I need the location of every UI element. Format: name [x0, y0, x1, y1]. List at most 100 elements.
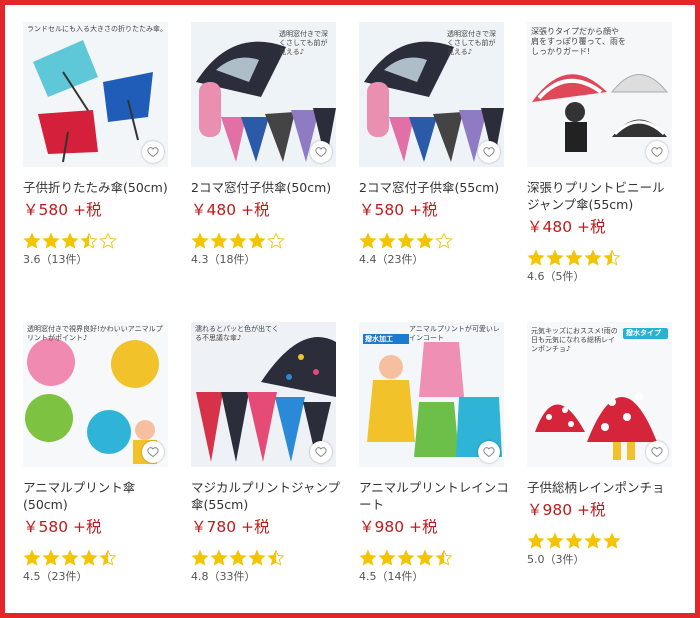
product-price: ￥980 +税 — [359, 518, 438, 536]
product-card[interactable]: 透明窓付きで視界良好!かわいいアニマルプリントがポイント♪ アニマルプリント傘(… — [23, 322, 173, 583]
star-full-icon — [229, 549, 247, 566]
product-price: ￥580 +税 — [359, 201, 438, 219]
product-price: ￥580 +税 — [23, 518, 102, 536]
product-image[interactable]: アニマルプリントが可愛いレインコート 撥水加工 — [359, 322, 504, 467]
star-full-icon — [527, 249, 545, 266]
star-full-icon — [378, 549, 396, 566]
star-full-icon — [191, 232, 209, 249]
product-image[interactable]: 透明窓付きで視界良好!かわいいアニマルプリントがポイント♪ — [23, 322, 168, 467]
star-full-icon — [565, 532, 583, 549]
rating-stars — [191, 549, 341, 567]
product-title[interactable]: アニマルプリント傘(50cm) — [23, 479, 173, 513]
product-title[interactable]: 2コマ窓付子供傘(50cm) — [191, 179, 341, 196]
rating-stars — [359, 232, 509, 250]
star-full-icon — [359, 549, 377, 566]
favorite-heart-icon[interactable] — [646, 441, 668, 463]
rating-count: 4.3（18件） — [191, 253, 256, 266]
rating-count: 4.5（23件） — [23, 570, 88, 583]
star-full-icon — [397, 232, 415, 249]
product-title[interactable]: 子供折りたたみ傘(50cm) — [23, 179, 173, 196]
favorite-heart-icon[interactable] — [310, 141, 332, 163]
star-full-icon — [378, 232, 396, 249]
product-title[interactable]: 子供総柄レインポンチョ — [527, 479, 677, 496]
star-full-icon — [61, 232, 79, 249]
product-image[interactable]: 元気キッズにおススメ!雨の日も元気になれる総柄レインポンチョ♪ 撥水タイプ — [527, 322, 672, 467]
rating-count: 4.6（5件） — [527, 270, 585, 283]
product-card[interactable]: 透明窓付きで深くさしても前が見える♪ 2コマ窓付子供傘(50cm) ￥480 +… — [191, 22, 341, 266]
image-caption: 濡れるとパッと色が出てくる不思議な傘♪ — [195, 325, 279, 342]
star-full-icon — [80, 549, 98, 566]
image-badge: 撥水タイプ — [626, 329, 661, 337]
rating-stars — [23, 549, 173, 567]
star-full-icon — [584, 532, 602, 549]
rating-count: 5.0（3件） — [527, 553, 585, 566]
image-caption: アニマルプリントが可愛いレインコート — [409, 325, 500, 342]
image-caption: ランドセルにも入る大きさの折りたたみ傘。 — [27, 25, 167, 33]
star-empty-icon — [267, 232, 285, 249]
favorite-heart-icon[interactable] — [646, 141, 668, 163]
rating-stars — [191, 232, 341, 250]
star-empty-icon — [435, 232, 453, 249]
product-price: ￥580 +税 — [23, 201, 102, 219]
star-full-icon — [23, 549, 41, 566]
product-card[interactable]: ランドセルにも入る大きさの折りたたみ傘。 子供折りたたみ傘(50cm) ￥580… — [23, 22, 173, 266]
image-caption: 透明窓付きで視界良好!かわいいアニマルプリントがポイント♪ — [27, 325, 163, 342]
star-empty-icon — [99, 232, 117, 249]
rating-count: 3.6（13件） — [23, 253, 88, 266]
product-image[interactable]: 深張りタイプだから顔や肩をすっぽり覆って、雨をしっかりガード! — [527, 22, 672, 167]
favorite-heart-icon[interactable] — [478, 141, 500, 163]
rating-stars — [23, 232, 173, 250]
star-full-icon — [61, 549, 79, 566]
image-caption: 深張りタイプだから顔や肩をすっぽり覆って、雨をしっかりガード! — [531, 27, 626, 56]
product-image[interactable]: 透明窓付きで深くさしても前が見える♪ — [191, 22, 336, 167]
product-image[interactable]: 濡れるとパッと色が出てくる不思議な傘♪ — [191, 322, 336, 467]
product-title[interactable]: 深張りプリントビニールジャンプ傘(55cm) — [527, 179, 677, 213]
star-full-icon — [359, 232, 377, 249]
star-half-icon — [603, 249, 621, 266]
rating-stars — [527, 249, 677, 267]
product-title[interactable]: マジカルプリントジャンプ傘(55cm) — [191, 479, 341, 513]
product-price: ￥480 +税 — [527, 218, 606, 236]
product-image[interactable]: 透明窓付きで深くさしても前が見える♪ — [359, 22, 504, 167]
product-card[interactable]: 濡れるとパッと色が出てくる不思議な傘♪ マジカルプリントジャンプ傘(55cm) … — [191, 322, 341, 583]
star-half-icon — [435, 549, 453, 566]
product-title[interactable]: 2コマ窓付子供傘(55cm) — [359, 179, 509, 196]
star-full-icon — [210, 549, 228, 566]
product-image[interactable]: ランドセルにも入る大きさの折りたたみ傘。 — [23, 22, 168, 167]
star-full-icon — [42, 549, 60, 566]
product-price: ￥980 +税 — [527, 501, 606, 519]
star-full-icon — [248, 549, 266, 566]
star-full-icon — [191, 549, 209, 566]
favorite-heart-icon[interactable] — [142, 141, 164, 163]
favorite-heart-icon[interactable] — [478, 441, 500, 463]
star-full-icon — [584, 249, 602, 266]
star-full-icon — [546, 249, 564, 266]
star-full-icon — [42, 232, 60, 249]
star-full-icon — [229, 232, 247, 249]
image-caption: 透明窓付きで深くさしても前が見える♪ — [279, 30, 328, 56]
product-price: ￥780 +税 — [191, 518, 270, 536]
product-card[interactable]: アニマルプリントが可愛いレインコート 撥水加工 アニマルプリントレインコート ￥… — [359, 322, 509, 583]
star-full-icon — [210, 232, 228, 249]
rating-count: 4.5（14件） — [359, 570, 424, 583]
star-half-icon — [99, 549, 117, 566]
product-card[interactable]: 深張りタイプだから顔や肩をすっぽり覆って、雨をしっかりガード! 深張りプリントビ… — [527, 22, 677, 283]
star-full-icon — [248, 232, 266, 249]
favorite-heart-icon[interactable] — [142, 441, 164, 463]
star-half-icon — [80, 232, 98, 249]
rating-stars — [527, 532, 677, 550]
star-full-icon — [603, 532, 621, 549]
product-card[interactable]: 透明窓付きで深くさしても前が見える♪ 2コマ窓付子供傘(55cm) ￥580 +… — [359, 22, 509, 266]
product-title[interactable]: アニマルプリントレインコート — [359, 479, 509, 513]
image-badge: 撥水加工 — [365, 335, 393, 343]
product-price: ￥480 +税 — [191, 201, 270, 219]
star-full-icon — [23, 232, 41, 249]
star-full-icon — [565, 249, 583, 266]
product-card[interactable]: 元気キッズにおススメ!雨の日も元気になれる総柄レインポンチョ♪ 撥水タイプ 子供… — [527, 322, 677, 566]
rating-count: 4.4（23件） — [359, 253, 424, 266]
image-caption: 透明窓付きで深くさしても前が見える♪ — [447, 30, 496, 56]
favorite-heart-icon[interactable] — [310, 441, 332, 463]
star-full-icon — [416, 232, 434, 249]
rating-count: 4.8（33件） — [191, 570, 256, 583]
star-full-icon — [546, 532, 564, 549]
